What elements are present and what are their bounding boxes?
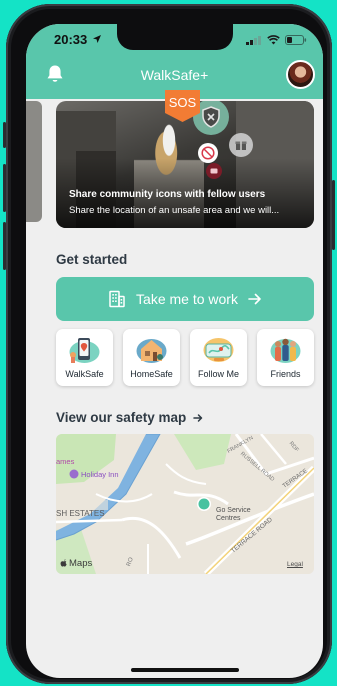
arrow-right-small-icon	[193, 413, 203, 422]
status-icons	[246, 35, 307, 45]
walksafe-illustration-icon	[69, 338, 100, 363]
take-me-to-work-button[interactable]: Take me to work	[56, 277, 314, 321]
tile-follow-me[interactable]: Follow Me	[190, 329, 247, 386]
shield-icon	[202, 106, 220, 128]
tile-friends-label: Friends	[270, 369, 301, 379]
no-alcohol-icon	[201, 146, 215, 160]
map-label-estates: SH ESTATES	[56, 509, 105, 518]
tile-homesafe-label: HomeSafe	[130, 369, 173, 379]
follow-me-illustration-icon	[203, 338, 234, 362]
homesafe-illustration-icon	[136, 339, 167, 363]
wifi-icon	[267, 35, 280, 45]
volume-down-button	[3, 222, 6, 270]
screen: 20:33 WalkSafe+ Share community icons wi…	[26, 24, 323, 678]
carousel-card-title: Share community icons with fellow users	[69, 189, 266, 200]
tile-friends[interactable]: Friends	[257, 329, 314, 386]
safety-map[interactable]: ames Holiday Inn SH ESTATES Go Service C…	[56, 434, 314, 574]
no-alcohol-bubble	[198, 143, 218, 163]
gift-bubble	[229, 133, 253, 157]
location-arrow-icon	[93, 35, 101, 43]
phone-frame: 20:33 WalkSafe+ Share community icons wi…	[3, 4, 335, 684]
arrow-right-icon	[248, 293, 261, 305]
apple-logo-icon	[60, 559, 67, 567]
power-button	[332, 180, 335, 250]
get-started-heading: Get started	[56, 252, 128, 267]
carousel-card-description: Share the location of an unsafe area and…	[69, 205, 280, 216]
status-bar: 20:33	[26, 24, 323, 54]
tile-walksafe-label: WalkSafe	[65, 369, 104, 379]
app-header: 20:33 WalkSafe+	[26, 24, 323, 99]
map-canvas	[56, 434, 314, 574]
app-bar: WalkSafe+	[26, 58, 323, 92]
status-time: 20:33	[54, 32, 88, 47]
battery-icon	[285, 35, 307, 45]
carousel-prev-card[interactable]	[26, 101, 42, 222]
apple-maps-logo: Maps	[60, 558, 92, 569]
app-title: WalkSafe+	[140, 67, 209, 83]
maps-label: Maps	[69, 558, 93, 569]
alert-bubble	[206, 163, 222, 179]
gift-icon	[235, 141, 247, 150]
alert-icon	[210, 168, 218, 174]
tile-walksafe[interactable]: WalkSafe	[56, 329, 113, 386]
volume-up-button	[3, 164, 6, 212]
tile-homesafe[interactable]: HomeSafe	[123, 329, 180, 386]
take-me-to-work-label: Take me to work	[136, 291, 238, 307]
notch	[117, 24, 233, 50]
friends-illustration-icon	[270, 338, 301, 363]
map-label-partial: ames	[56, 457, 75, 466]
avatar[interactable]	[286, 60, 315, 89]
legal-link[interactable]: Legal	[287, 561, 303, 568]
building-icon	[109, 290, 125, 308]
feature-tiles: WalkSafe HomeSafe Follow Me Friends	[56, 329, 314, 386]
home-indicator[interactable]	[131, 668, 239, 672]
safety-map-heading: View our safety map	[56, 410, 187, 425]
map-label-holiday-inn: Holiday Inn	[81, 470, 119, 479]
safety-map-link[interactable]: View our safety map	[56, 410, 203, 425]
tile-follow-me-label: Follow Me	[197, 369, 239, 379]
mute-switch	[3, 122, 6, 148]
feature-carousel[interactable]: Share community icons with fellow users …	[26, 101, 323, 228]
signal-icon	[246, 36, 261, 45]
